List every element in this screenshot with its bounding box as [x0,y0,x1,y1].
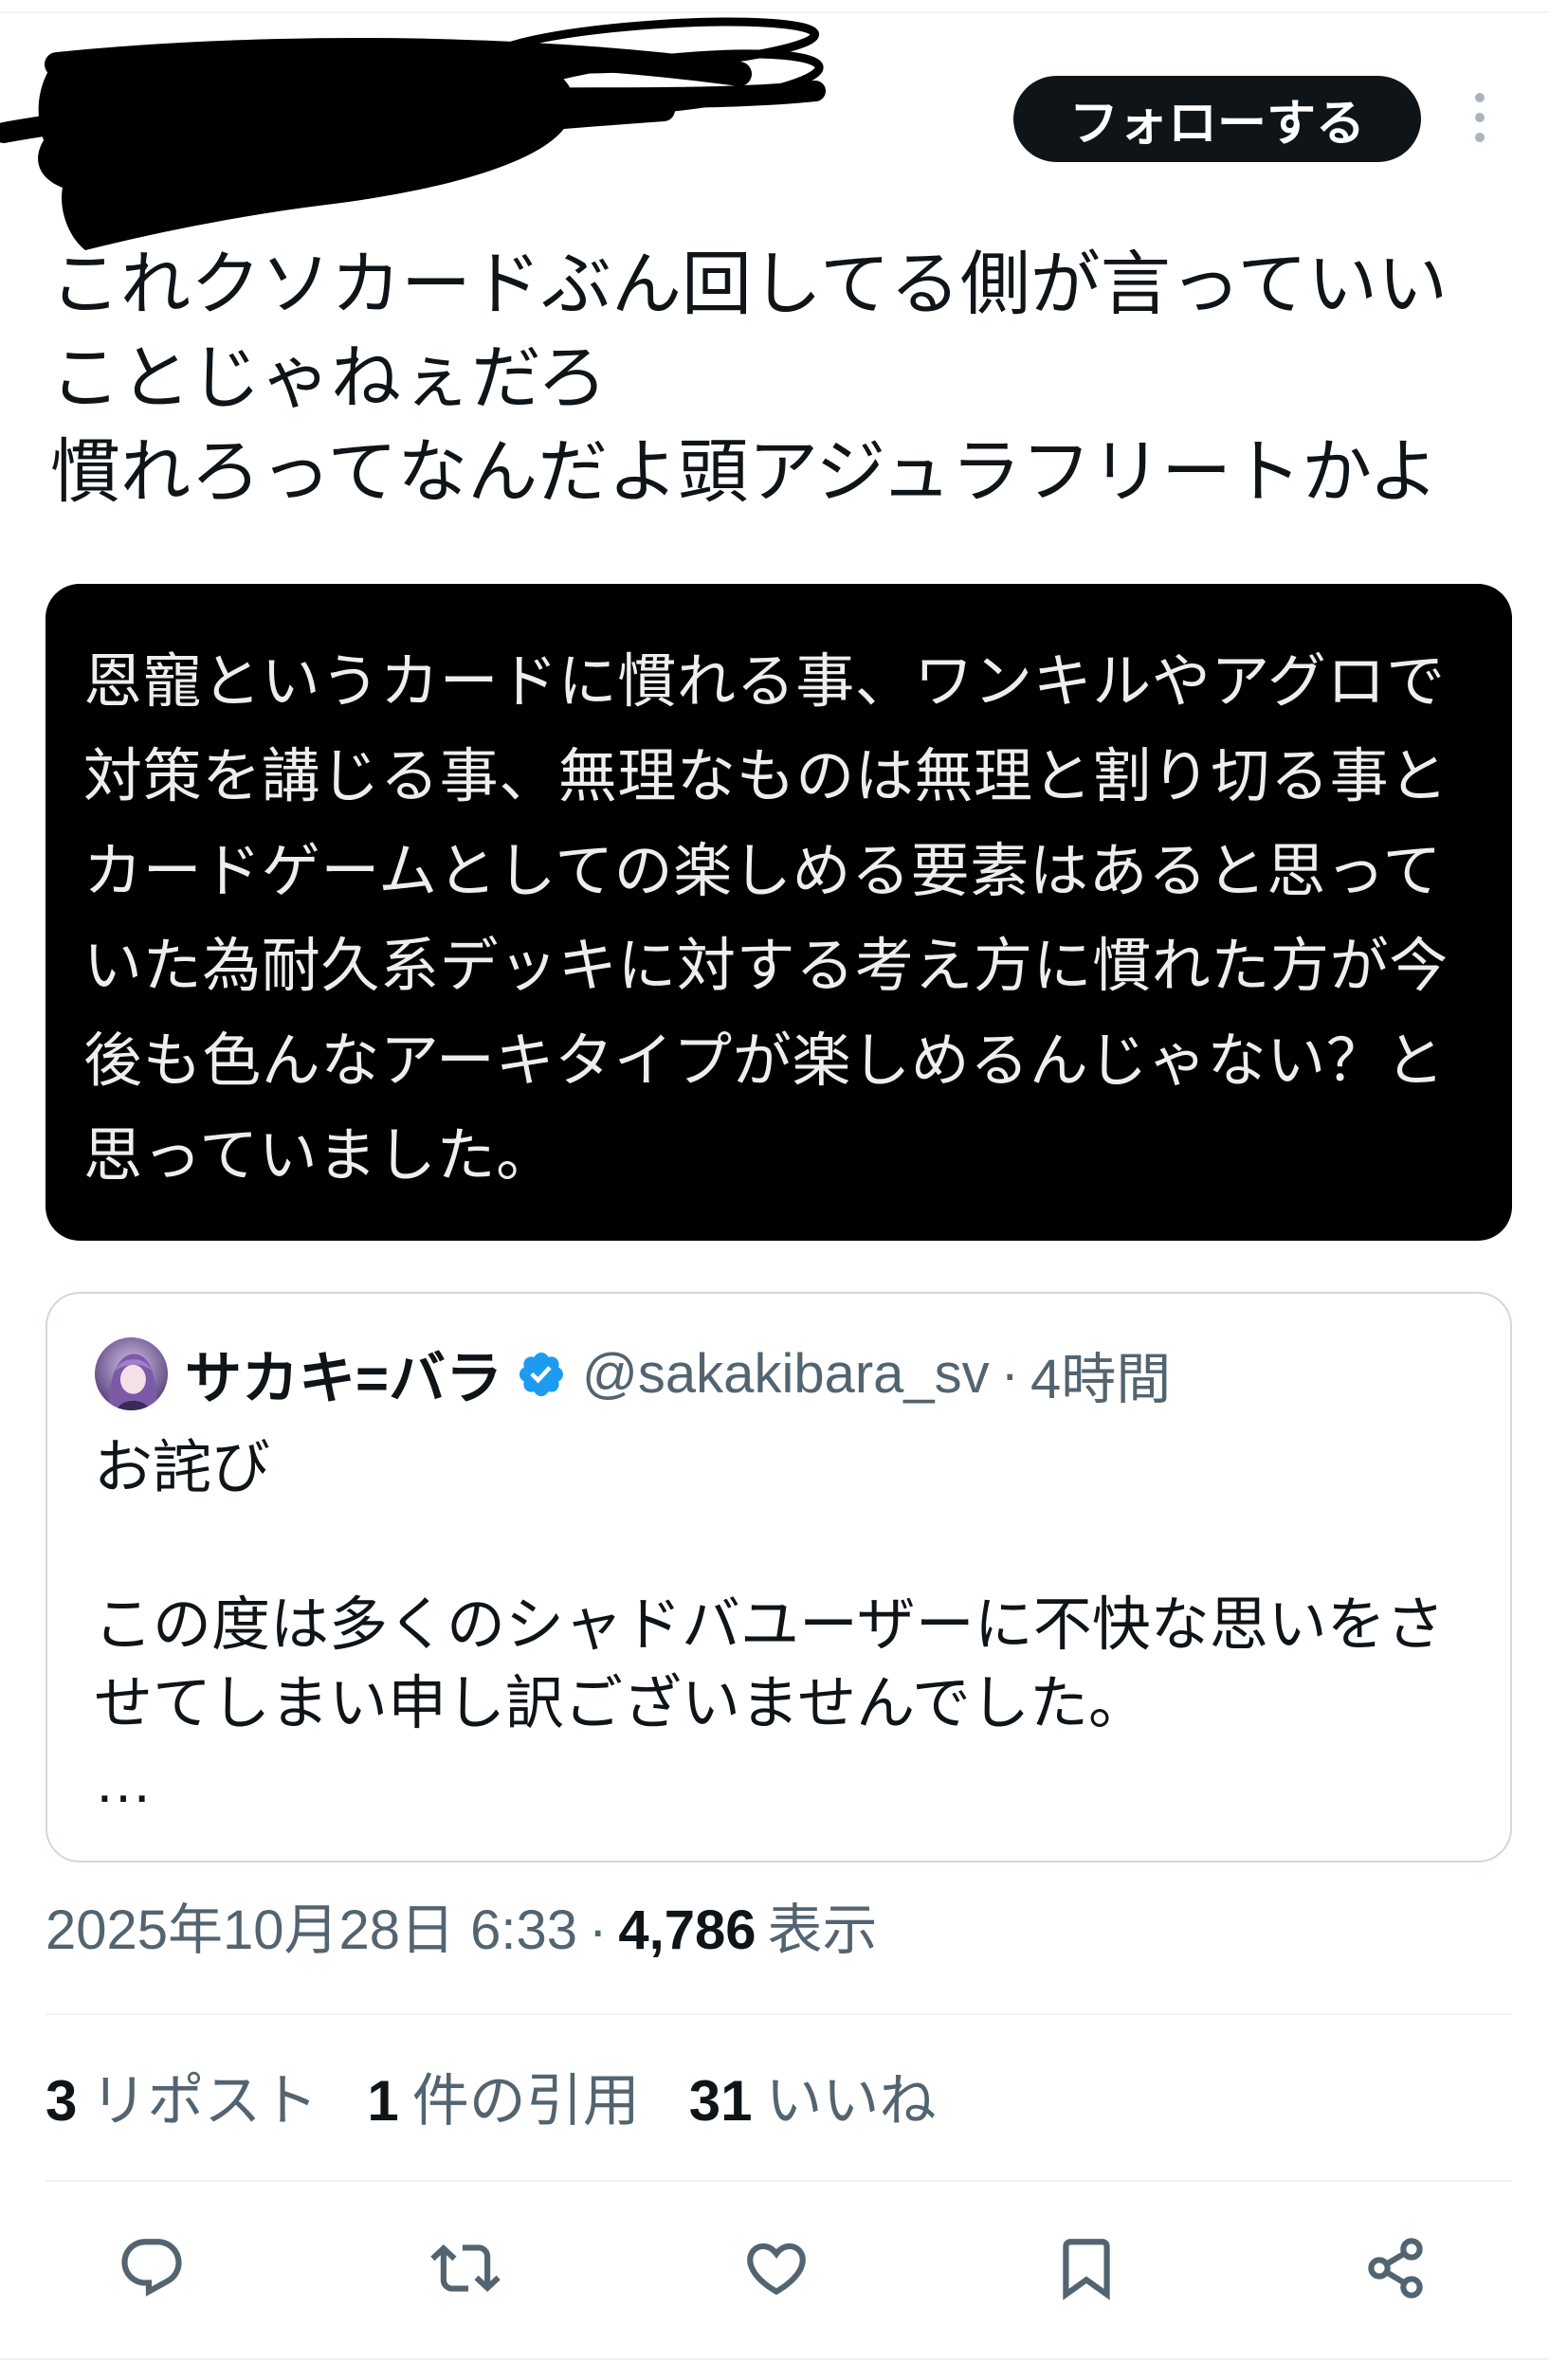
more-dot [1475,133,1485,142]
engagement-stats: 3 リポスト 1 件の引用 31 いいね [46,2068,1524,2135]
quoted-handle: @sakakibara_sv [582,1343,990,1405]
more-dot [1475,113,1485,122]
quote-label: 件の引用 [411,2069,640,2133]
quoted-display-name: サカキ=バラ [185,1347,503,1410]
reply-icon[interactable] [114,2230,190,2306]
tweet-text-line: 慣れろってなんだよ頭アジュラフリートかよ [50,432,1439,511]
like-count: 31 [688,2069,753,2133]
tweet-text-line: ことじゃねぇだろ [50,338,608,417]
retweet-icon[interactable] [428,2230,503,2306]
repost-count: 3 [46,2069,78,2133]
avatar [95,1337,168,1410]
bottom-divider [0,2358,1549,2360]
stat-likes[interactable]: 31 いいね [689,2068,937,2135]
follow-button[interactable]: フォローする [1013,76,1421,162]
stat-quotes[interactable]: 1 件の引用 [367,2068,639,2135]
views-count: 4,786 [618,1899,756,1961]
separator: · [1000,1343,1019,1405]
media-text-line: 後も色んなアーキタイプが楽しめるんじゃない？と [83,1028,1446,1094]
tweet-meta: 2025年10月28日 6:33 · 4,786 表示 [46,1898,1524,1964]
media-text-line: 恩寵というカードに慣れる事、ワンキルやアグロで [83,649,1446,715]
more-dot [1475,93,1485,102]
like-icon[interactable] [738,2230,814,2306]
redaction-scribble [0,17,826,250]
quoted-tweet-header: サカキ=バラ @sakakibara_sv · 4時間 [95,1337,1171,1410]
repost-label: リポスト [90,2069,319,2133]
tweet-media-image[interactable]: 恩寵というカードに慣れる事、ワンキルやアグロで 対策を講じる事、無理なものは無理… [46,584,1512,1241]
stat-reposts[interactable]: 3 リポスト [46,2068,318,2135]
quoted-title: お詫び [94,1435,271,1500]
tweet-text-line: これクソカードぶん回してる側が言っていい [50,245,1449,323]
divider [46,2180,1512,2182]
like-label: いいね [765,2069,937,2133]
share-icon[interactable] [1358,2230,1433,2306]
views-label: 表示 [767,1899,878,1961]
quoted-truncation: … [94,1750,153,1815]
quoted-time: 4時間 [1030,1348,1172,1410]
quoted-text-line: せてしまい申し訳ございませんでした。 [94,1671,1148,1736]
media-text-line: カードゲームとしての楽しめる要素はあると思って [83,839,1442,904]
more-vertical-icon[interactable] [1461,89,1499,146]
bookmark-icon[interactable] [1048,2230,1124,2306]
quote-count: 1 [367,2069,399,2133]
separator: · [589,1899,608,1961]
verified-badge-icon [516,1349,567,1400]
tweet-text: これクソカードぶん回してる側が言っていい ことじゃねぇだろ 慣れろってなんだよ頭… [50,237,1529,518]
quoted-tweet-body: お詫び この度は多くのシャドバユーザーに不快な思いをさ せてしまい申し訳ございま… [94,1428,1497,1822]
media-text-line: いた為耐久系デッキに対する考え方に慣れた方が今 [83,934,1449,999]
quoted-tweet-card[interactable]: サカキ=バラ @sakakibara_sv · 4時間 お詫び この度は多くのシ… [46,1292,1512,1862]
media-text-line: 対策を講じる事、無理なものは無理と割り切る事と [83,744,1449,809]
divider [46,2013,1512,2015]
tweet-timestamp[interactable]: 2025年10月28日 6:33 [46,1899,577,1961]
quoted-text-line: この度は多くのシャドバユーザーに不快な思いをさ [94,1592,1445,1658]
media-text-line: 思っていました。 [83,1123,556,1189]
